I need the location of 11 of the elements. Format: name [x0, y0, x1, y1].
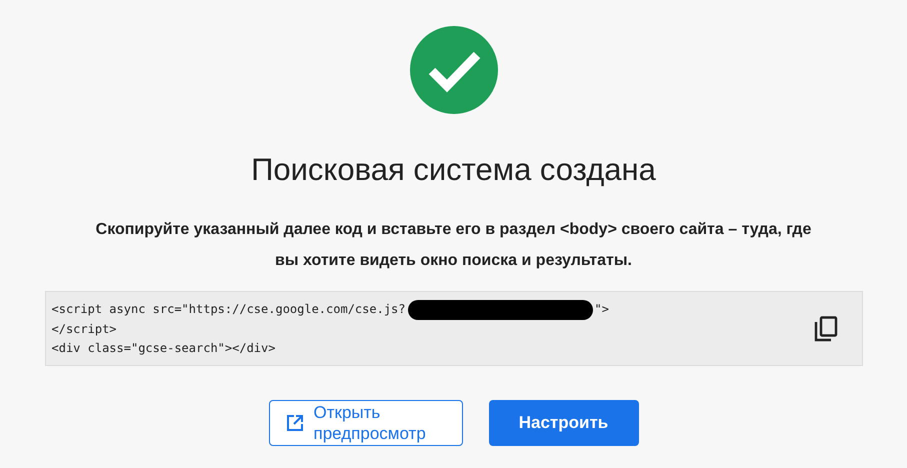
external-link-icon [286, 414, 304, 432]
configure-button[interactable]: Настроить [488, 400, 638, 446]
copy-icon[interactable] [814, 316, 838, 342]
code-line: </script> [52, 320, 117, 338]
code-text: "> [594, 301, 609, 318]
checkmark-icon [410, 26, 498, 114]
code-line: <div class="gcse-search"></div> [52, 340, 276, 357]
instructions-text: Скопируйте указанный далее код и вставьте его в раздел <body> своего сайта – туда, где вы хотите видеть окно поиска и результаты. [94, 220, 812, 271]
code-line: <script async src="https://cse.google.com/cse.js? [52, 301, 406, 318]
preview-button[interactable]: Открыть предпросмотр [268, 400, 462, 446]
page-title: Поисковая система создана [251, 152, 656, 188]
